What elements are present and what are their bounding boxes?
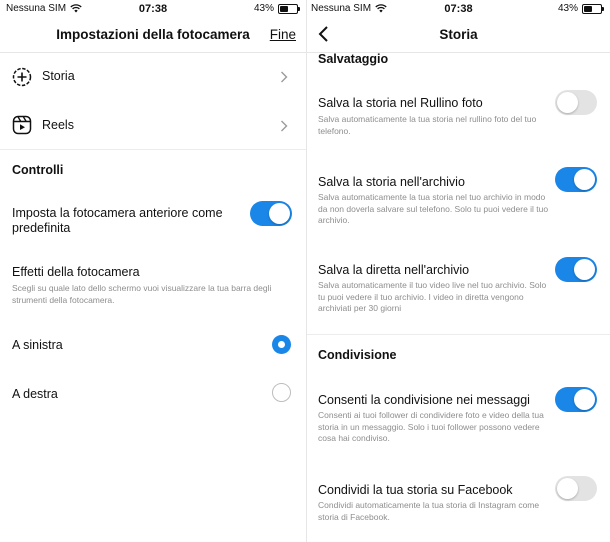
setting-description: Consenti ai tuoi follower di condividere…: [318, 410, 544, 443]
front-camera-toggle[interactable]: [250, 201, 292, 226]
done-button[interactable]: Fine: [270, 27, 296, 42]
story-settings-screen: Nessuna SIM 07:38 43% Storia Salvataggio…: [307, 0, 610, 542]
allow-message-sharing-toggle[interactable]: [555, 387, 597, 412]
status-bar: Nessuna SIM 07:38 43%: [0, 0, 306, 17]
setting-description: Salva automaticamente la tua storia nel …: [318, 192, 549, 225]
option-label: A destra: [12, 387, 58, 401]
battery-icon: [278, 3, 300, 14]
battery-percent: 43%: [253, 3, 274, 14]
chevron-right-icon: [281, 71, 288, 83]
settings-item-reels[interactable]: Reels: [0, 101, 306, 149]
battery-percent: 43%: [557, 3, 578, 14]
settings-item-storia[interactable]: Storia: [0, 53, 306, 101]
section-title-saving: Salvataggio: [318, 52, 389, 66]
battery-icon: [582, 3, 604, 14]
reels-icon: [12, 115, 32, 135]
section-title-sharing: Condivisione: [318, 348, 397, 362]
setting-description: Salva automaticamente il tuo video live …: [318, 280, 547, 313]
section-divider: [0, 149, 306, 150]
save-story-to-archive-toggle[interactable]: [555, 167, 597, 192]
nav-bar: Storia: [307, 20, 610, 50]
setting-title: Salva la diretta nell'archivio: [318, 263, 470, 277]
option-right[interactable]: A destra: [0, 374, 306, 414]
save-live-to-archive-toggle[interactable]: [555, 257, 597, 282]
setting-description: Condividi automaticamente la tua storia …: [318, 500, 540, 522]
radio-left-selected[interactable]: [272, 335, 291, 354]
chevron-right-icon: [281, 120, 288, 132]
nav-bar: Impostazioni della fotocamera Fine: [0, 20, 306, 50]
setting-title: Salva la storia nel Rullino foto: [318, 96, 483, 110]
setting-description: Salva automaticamente la tua storia nel …: [318, 114, 537, 136]
add-circle-icon: [12, 67, 32, 87]
share-to-facebook-toggle[interactable]: [555, 476, 597, 501]
setting-title: Consenti la condivisione nei messaggi: [318, 393, 530, 407]
camera-effects-description: Scegli su quale lato dello schermo vuoi …: [12, 283, 272, 305]
page-title: Impostazioni della fotocamera: [56, 27, 250, 42]
camera-effects-title: Effetti della fotocamera: [12, 265, 140, 279]
page-title: Storia: [439, 27, 478, 42]
setting-title: Condividi la tua storia su Facebook: [318, 483, 513, 497]
option-label: A sinistra: [12, 338, 63, 352]
camera-settings-screen: Nessuna SIM 07:38 43% Impostazioni della…: [0, 0, 306, 542]
section-title-controls: Controlli: [12, 163, 64, 177]
setting-title: Salva la storia nell'archivio: [318, 175, 465, 189]
option-left[interactable]: A sinistra: [0, 325, 306, 365]
radio-right[interactable]: [272, 383, 291, 402]
front-camera-label: Imposta la fotocamera anteriore come pre…: [12, 206, 223, 235]
section-divider: [307, 334, 610, 335]
settings-item-label: Reels: [42, 118, 74, 132]
settings-item-label: Storia: [42, 69, 75, 83]
status-bar: Nessuna SIM 07:38 43%: [307, 0, 610, 17]
save-to-camera-roll-toggle[interactable]: [555, 90, 597, 115]
